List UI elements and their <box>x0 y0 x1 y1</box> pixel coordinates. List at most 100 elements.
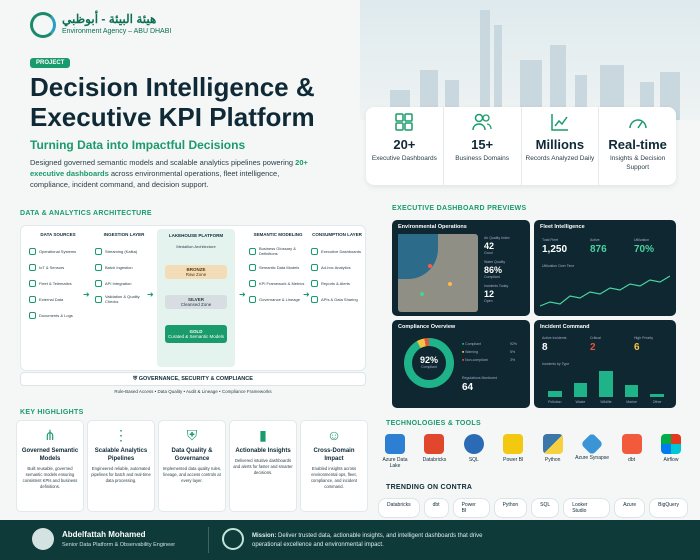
sensor-icon <box>29 263 36 271</box>
tech-item: dbt <box>615 434 649 469</box>
trending-tags: Databricks dbt Power BI Python SQL Looke… <box>378 498 688 518</box>
kpi-label: Executive Dashboards <box>371 155 437 162</box>
arrow-right-icon: ➜ <box>303 290 310 299</box>
agency-arabic-name: هيئة البيئة - أبوظبي <box>62 12 157 26</box>
trending-tag[interactable]: Azure <box>614 498 646 518</box>
bronze-layer: BRONZE Raw Zone <box>165 265 227 279</box>
incident-bar <box>573 382 588 397</box>
arch-column-consumption: CONSUMPTION LAYER Executive Dashboards A… <box>311 232 363 307</box>
arch-column-sources: DATA SOURCES Operational Systems IoT & S… <box>29 232 87 323</box>
incident-bar-label: Marine <box>626 400 637 404</box>
project-description: Designed governed semantic models and sc… <box>30 158 308 189</box>
dashboards-section-title: EXECUTIVE DASHBOARD PREVIEWS <box>392 205 527 212</box>
governance-bar: ⛨ GOVERNANCE, SECURITY & COMPLIANCE <box>20 372 366 386</box>
team-icon: ☺ <box>326 427 342 443</box>
shield-check-icon: ⛨ <box>186 427 198 443</box>
tech-list: Azure Data Lake Databricks SQL Power BI … <box>378 432 688 469</box>
mission-statement: Mission: Deliver trusted data, actionabl… <box>252 533 483 548</box>
stream-icon <box>95 247 102 255</box>
tech-section-title: TECHNOLOGIES & TOOLS <box>386 420 481 427</box>
kpi-dashboards: 20+ Executive Dashboards <box>366 107 444 185</box>
analytics-icon <box>311 263 318 271</box>
arch-item: API Integration <box>95 275 153 291</box>
trending-tag[interactable]: Power BI <box>452 498 490 518</box>
arch-item: KPI Framework & Metrics <box>249 275 307 291</box>
highlight-card: ⛨ Data Quality & Governance Implemented da… <box>158 420 226 512</box>
incident-bar <box>650 394 664 397</box>
arch-item: Governance & Lineage <box>249 291 307 307</box>
azure-data-lake-icon <box>385 434 405 454</box>
author-role: Senior Data Platform & Observability Eng… <box>62 542 176 548</box>
kpi-records: Millions Records Analyzed Daily <box>522 107 600 185</box>
incident-bar <box>599 371 613 397</box>
highlight-card: ▮ Actionable Insights Delivered intuitive … <box>229 420 297 512</box>
agency-name: Environment Agency – ABU DHABI <box>62 28 172 35</box>
arch-item: Business Glossary & Definitions <box>249 243 307 259</box>
trending-tag[interactable]: Databricks <box>378 498 420 518</box>
arch-item: Executive Dashboards <box>311 243 363 259</box>
pipeline-icon: ⋮ <box>114 427 128 443</box>
gauge-icon <box>599 113 676 133</box>
dashboard-compliance[interactable]: Compliance Overview 92% Compliant ■ Comp… <box>392 320 530 408</box>
dashboard-fleet[interactable]: Fleet Intelligence Total Fleet 1,250 Act… <box>534 220 676 316</box>
arch-column-ingestion: INGESTION LAYER Streaming (Kafka) Batch … <box>95 232 153 307</box>
sql-icon <box>463 434 484 454</box>
tech-item: Python <box>536 434 570 469</box>
page-subtitle: Turning Data into Impactful Decisions <box>30 138 246 152</box>
arch-column-title: INGESTION LAYER <box>103 232 145 237</box>
kpi-domains: 15+ Business Domains <box>444 107 522 185</box>
gold-layer: GOLD Curated & Semantic Models <box>165 325 227 343</box>
skyline-image <box>360 0 700 120</box>
arch-column-title: CONSUMPTION LAYER <box>312 232 362 237</box>
arch-item: IoT & Sensors <box>29 259 87 275</box>
batch-icon <box>95 263 102 271</box>
kpi-value: Millions <box>535 137 585 152</box>
trending-tag[interactable]: dbt <box>423 498 449 518</box>
kpi-value: Real-time <box>608 137 667 152</box>
arch-item: Batch Ingestion <box>95 259 153 275</box>
people-icon <box>444 113 521 133</box>
arch-item: Reports & Alerts <box>311 275 363 291</box>
trend-icon <box>522 113 599 133</box>
kpi-label: Records Analyzed Daily <box>525 155 595 162</box>
model-icon <box>249 263 256 271</box>
trending-tag[interactable]: Python <box>493 498 528 518</box>
arch-item: Operational Systems <box>29 243 87 259</box>
server-icon <box>29 247 36 255</box>
bell-icon <box>311 279 318 287</box>
dashboard-environmental[interactable]: Environmental Operations Air Quality Ind… <box>392 220 530 316</box>
dashboard-title: Compliance Overview <box>398 324 456 330</box>
dashboard-incident[interactable]: Incident Command Active Incidents 8 Crit… <box>534 320 676 408</box>
map-thumbnail <box>398 234 478 312</box>
trending-tag[interactable]: Looker Studio <box>563 498 611 518</box>
tech-item: Databricks <box>417 434 451 469</box>
author-name: Abdelfattah Mohamed <box>62 530 146 539</box>
dbt-icon <box>621 434 642 454</box>
highlight-card: ⋔ Governed Semantic Models Built reusable,… <box>16 420 84 512</box>
bar-chart-icon: ▮ <box>259 427 267 443</box>
arch-item: Validation & Quality Checks <box>95 291 153 307</box>
shield-icon <box>249 295 256 303</box>
document-icon <box>29 311 36 319</box>
incident-bar <box>548 391 562 397</box>
dashboard-title: Environmental Operations <box>398 224 467 230</box>
book-icon <box>249 247 256 255</box>
silver-layer: SILVER Cleansed Zone <box>165 295 227 309</box>
dashboard-title: Incident Command <box>540 324 590 330</box>
arch-column-semantic: SEMANTIC MODELING Business Glossary & De… <box>249 232 307 307</box>
arch-column-title: DATA SOURCES <box>40 232 76 237</box>
trending-tag[interactable]: BigQuery <box>649 498 688 518</box>
arch-column-title: LAKEHOUSE PLATFORM <box>168 233 224 238</box>
kpi-value: 20+ <box>393 137 416 152</box>
architecture-diagram: DATA SOURCES Operational Systems IoT & S… <box>20 225 366 371</box>
arch-item: Streaming (Kafka) <box>95 243 153 259</box>
governance-subtext: Role-Based Access • Data Quality • Audit… <box>114 389 272 394</box>
incident-bar <box>624 385 639 397</box>
kpi-insights: Real-time Insights & Decision Support <box>599 107 676 185</box>
trending-tag[interactable]: SQL <box>531 498 560 518</box>
dashboard-icon <box>311 247 318 255</box>
arch-item: APIs & Data Sharing <box>311 291 363 307</box>
arch-item: Semantic Data Models <box>249 259 307 275</box>
tech-item: SQL <box>457 434 491 469</box>
page-title: Decision Intelligence & Executive KPI Pl… <box>30 72 315 132</box>
